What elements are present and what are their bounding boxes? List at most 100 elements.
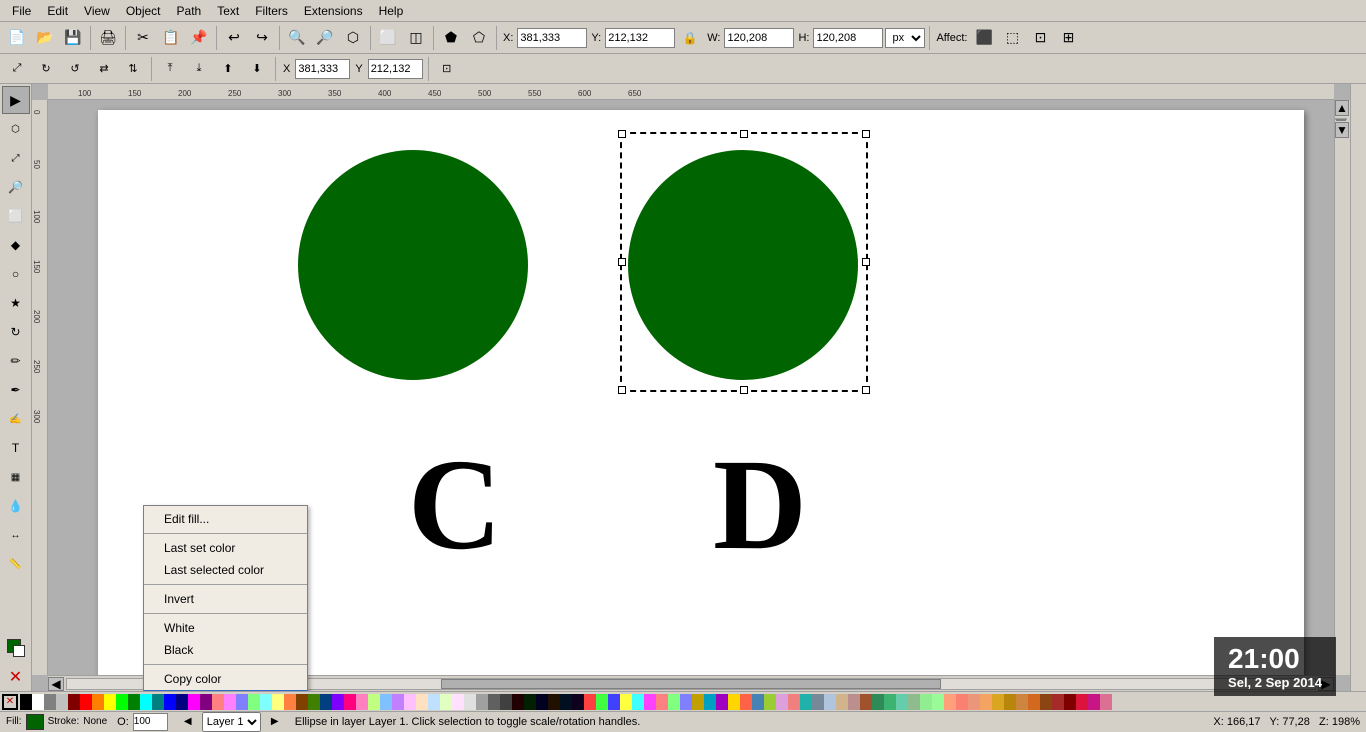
menu-view[interactable]: View [76, 2, 118, 20]
letter-d[interactable]: D [713, 430, 807, 580]
color-swatch[interactable] [824, 694, 836, 710]
color-swatch[interactable] [260, 694, 272, 710]
letter-c[interactable]: C [408, 430, 502, 580]
color-swatch[interactable] [644, 694, 656, 710]
color-swatch[interactable] [212, 694, 224, 710]
menu-text[interactable]: Text [209, 2, 247, 20]
color-swatch[interactable] [512, 694, 524, 710]
color-swatch[interactable] [752, 694, 764, 710]
text-tool[interactable]: T [2, 434, 30, 462]
color-swatch[interactable] [308, 694, 320, 710]
color-swatch[interactable] [20, 694, 32, 710]
node-tool[interactable]: ⬡ [2, 115, 30, 143]
color-swatch[interactable] [884, 694, 896, 710]
zoom-fit-button[interactable]: ⬡ [340, 25, 366, 51]
color-swatch[interactable] [536, 694, 548, 710]
color-swatch[interactable] [44, 694, 56, 710]
ctx-copy-color[interactable]: Copy color [144, 668, 307, 690]
coord-y-input[interactable] [368, 59, 423, 79]
unit-select[interactable]: px mm cm [885, 28, 925, 48]
vscroll-track[interactable] [1335, 118, 1347, 120]
color-swatch[interactable] [728, 694, 740, 710]
ctx-last-set-color[interactable]: Last set color [144, 537, 307, 559]
snap-btn5[interactable]: ⇅ [120, 56, 146, 82]
color-swatch[interactable] [776, 694, 788, 710]
arrange-btn4[interactable]: ⬇ [244, 56, 270, 82]
color-swatch[interactable] [392, 694, 404, 710]
color-swatch[interactable] [1004, 694, 1016, 710]
color-swatch[interactable] [560, 694, 572, 710]
handle-bl[interactable] [618, 386, 626, 394]
color-swatch[interactable] [956, 694, 968, 710]
pencil-tool[interactable]: ✏ [2, 347, 30, 375]
color-swatch[interactable] [356, 694, 368, 710]
y-input[interactable] [605, 28, 675, 48]
canvas[interactable]: C D Edit [48, 100, 1334, 691]
color-swatch[interactable] [596, 694, 608, 710]
color-swatch[interactable] [932, 694, 944, 710]
ctx-black[interactable]: Black [144, 639, 307, 661]
color-swatch[interactable] [452, 694, 464, 710]
color-swatch[interactable] [920, 694, 932, 710]
hscroll-thumb[interactable] [441, 679, 940, 689]
vscroll-up-btn[interactable]: ▲ [1335, 100, 1349, 116]
diamond-tool[interactable]: ◆ [2, 231, 30, 259]
ctx-white[interactable]: White [144, 617, 307, 639]
color-swatch[interactable] [656, 694, 668, 710]
color-swatch[interactable] [1064, 694, 1076, 710]
rect-tool[interactable]: ⬜ [2, 202, 30, 230]
affect-btn4[interactable]: ⊞ [1055, 25, 1081, 51]
measure-tool[interactable]: 📏 [2, 550, 30, 578]
cut-button[interactable]: ✂ [130, 25, 156, 51]
ctx-edit-fill[interactable]: Edit fill... [144, 508, 307, 530]
spiral-tool[interactable]: ↻ [2, 318, 30, 346]
color-swatch[interactable] [248, 694, 260, 710]
color-swatch[interactable] [368, 694, 380, 710]
new-button[interactable]: 📄 [4, 25, 30, 51]
menu-path[interactable]: Path [169, 2, 210, 20]
print-button[interactable]: 🖨 [95, 25, 121, 51]
color-swatch[interactable] [296, 694, 308, 710]
handle-tc[interactable] [740, 130, 748, 138]
color-swatch[interactable] [1076, 694, 1088, 710]
color-swatch[interactable] [236, 694, 248, 710]
pen-tool[interactable]: ✒ [2, 376, 30, 404]
color-swatch[interactable] [848, 694, 860, 710]
color-swatch[interactable] [692, 694, 704, 710]
color-swatch[interactable] [332, 694, 344, 710]
menu-object[interactable]: Object [118, 2, 169, 20]
color-swatch[interactable] [140, 694, 152, 710]
color-swatch[interactable] [164, 694, 176, 710]
color-swatch[interactable] [740, 694, 752, 710]
handle-br[interactable] [862, 386, 870, 394]
color-swatch[interactable] [92, 694, 104, 710]
color-swatch[interactable] [788, 694, 800, 710]
color-swatch[interactable] [1028, 694, 1040, 710]
node-button[interactable]: ⬟ [438, 25, 464, 51]
snap-btn3[interactable]: ↺ [62, 56, 88, 82]
arrange-btn1[interactable]: ⤒ [157, 56, 183, 82]
color-swatch[interactable] [548, 694, 560, 710]
color-swatch[interactable] [464, 694, 476, 710]
snap-btn1[interactable]: ⤢ [4, 56, 30, 82]
tweak-tool[interactable]: ⤢ [2, 144, 30, 172]
color-swatch[interactable] [968, 694, 980, 710]
align-button[interactable]: ◫ [403, 25, 429, 51]
color-swatch[interactable] [764, 694, 776, 710]
color-swatch[interactable] [872, 694, 884, 710]
vscroll-down-btn[interactable]: ▼ [1335, 122, 1349, 138]
color-swatch[interactable] [104, 694, 116, 710]
color-swatch[interactable] [680, 694, 692, 710]
zoom-tool[interactable]: 🔎 [2, 173, 30, 201]
color-swatch[interactable] [1040, 694, 1052, 710]
color-swatch[interactable] [488, 694, 500, 710]
color-swatch[interactable] [176, 694, 188, 710]
color-swatch[interactable] [896, 694, 908, 710]
color-swatch[interactable] [284, 694, 296, 710]
vscroll-thumb[interactable] [1336, 119, 1346, 121]
color-swatch[interactable] [632, 694, 644, 710]
arrange-btn3[interactable]: ⬆ [215, 56, 241, 82]
color-swatch[interactable] [224, 694, 236, 710]
color-swatch[interactable] [380, 694, 392, 710]
layer-select[interactable]: Layer 1 [202, 712, 261, 732]
